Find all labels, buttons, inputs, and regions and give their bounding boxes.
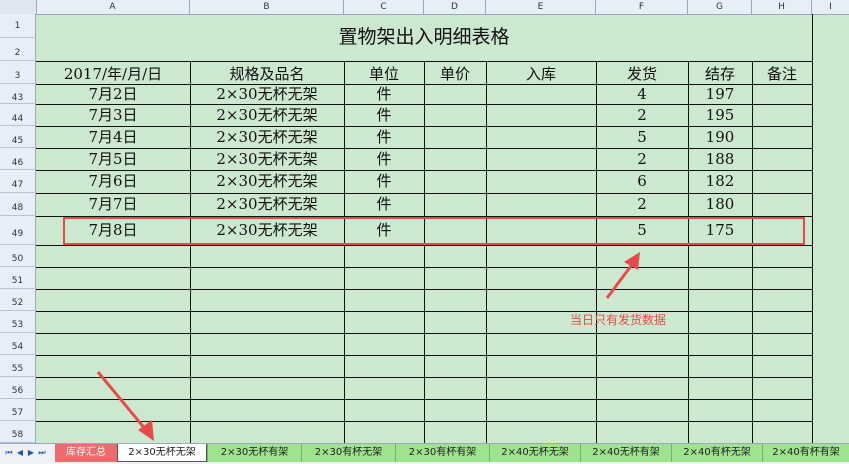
- spreadsheet-grid[interactable]: A B C D E F G H I 1 2 3 置物架出入明细表格 2017/年…: [0, 0, 849, 444]
- sheet-tab[interactable]: 2×40有杯无架: [671, 444, 762, 462]
- sheet-tab[interactable]: 2×30无杯无架: [117, 444, 207, 462]
- first-sheet-icon[interactable]: ⏮: [4, 448, 14, 458]
- sheet-tab[interactable]: 2×40无杯有架: [580, 444, 671, 462]
- annotation-arrows: [96, 252, 640, 441]
- arrow-to-row-line: [605, 261, 636, 299]
- sheet-tab[interactable]: 2×40有杯有架: [762, 444, 849, 462]
- sheet-tab[interactable]: 库存汇总: [55, 444, 117, 462]
- annotation-text: 当日只有发货数据: [570, 313, 667, 327]
- arrow-to-row-head: [624, 252, 640, 270]
- sheet-tab[interactable]: 2×30无杯有架: [207, 444, 301, 462]
- next-sheet-icon[interactable]: ▶: [26, 448, 36, 457]
- arrow-to-tab-line: [96, 371, 148, 431]
- prev-sheet-icon[interactable]: ◀: [15, 448, 25, 457]
- sheet-tab[interactable]: 2×40无杯无架: [489, 444, 580, 462]
- sheet-tab[interactable]: 2×30有杯有架: [395, 444, 489, 462]
- last-sheet-icon[interactable]: ⏭: [37, 448, 47, 458]
- sheet-tab-bar: ⏮ ◀ ▶ ⏭ 库存汇总 2×30无杯无架 2×30无杯有架 2×30有杯无架 2×30…: [0, 443, 849, 464]
- sheet-tab[interactable]: 2×30有杯无架: [301, 444, 395, 462]
